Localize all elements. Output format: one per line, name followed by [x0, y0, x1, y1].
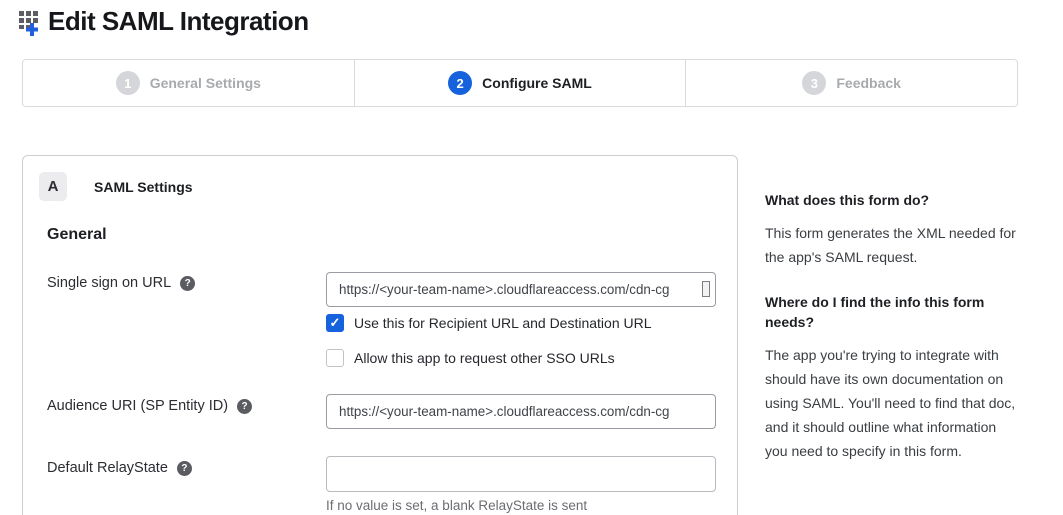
- field-label: Audience URI (SP Entity ID): [47, 398, 228, 414]
- help-icon[interactable]: ?: [180, 276, 195, 291]
- relay-state-label-row: Default RelayState ?: [47, 460, 192, 476]
- step-label: General Settings: [150, 75, 261, 91]
- step-configure-saml[interactable]: 2 Configure SAML: [354, 60, 686, 106]
- text-cursor: [702, 281, 710, 297]
- help-sidebar: What does this form do? This form genera…: [765, 190, 1017, 463]
- step-label: Feedback: [836, 75, 901, 91]
- other-sso-urls-checkbox-row: Allow this app to request other SSO URLs: [326, 349, 615, 367]
- page-title: Edit SAML Integration: [48, 6, 309, 37]
- step-label: Configure SAML: [482, 75, 592, 91]
- page-header: Edit SAML Integration: [18, 6, 309, 37]
- help-icon[interactable]: ?: [237, 399, 252, 414]
- sidebar-heading: What does this form do?: [765, 190, 1017, 210]
- step-general-settings[interactable]: 1 General Settings: [23, 60, 354, 106]
- sso-url-input[interactable]: [326, 272, 716, 307]
- sso-url-label-row: Single sign on URL ?: [47, 275, 195, 291]
- checkbox-label[interactable]: Use this for Recipient URL and Destinati…: [354, 315, 652, 331]
- wizard-steps-bar: 1 General Settings 2 Configure SAML 3 Fe…: [22, 59, 1018, 107]
- relay-state-hint: If no value is set, a blank RelayState i…: [326, 498, 587, 513]
- field-label: Single sign on URL: [47, 275, 171, 291]
- audience-uri-input[interactable]: [326, 394, 716, 429]
- sidebar-body: This form generates the XML needed for t…: [765, 221, 1017, 269]
- help-icon[interactable]: ?: [177, 461, 192, 476]
- checkbox-label[interactable]: Allow this app to request other SSO URLs: [354, 350, 615, 366]
- saml-settings-panel: A SAML Settings General Single sign on U…: [22, 155, 738, 515]
- section-header: A SAML Settings: [39, 172, 193, 201]
- checkbox-unchecked-icon[interactable]: [326, 349, 344, 367]
- sidebar-body: The app you're trying to integrate with …: [765, 343, 1017, 463]
- app-integration-icon: [18, 7, 46, 37]
- group-heading-general: General: [47, 226, 107, 244]
- step-feedback[interactable]: 3 Feedback: [685, 60, 1017, 106]
- sidebar-heading: Where do I find the info this form needs…: [765, 292, 1017, 332]
- recipient-url-checkbox-row: ✓ Use this for Recipient URL and Destina…: [326, 314, 652, 332]
- section-badge-a: A: [39, 172, 67, 201]
- step-number-badge: 2: [448, 71, 472, 95]
- checkbox-checked-icon[interactable]: ✓: [326, 314, 344, 332]
- step-number-badge: 3: [802, 71, 826, 95]
- relay-state-input[interactable]: [326, 456, 716, 492]
- section-title: SAML Settings: [94, 179, 193, 195]
- step-number-badge: 1: [116, 71, 140, 95]
- audience-uri-label-row: Audience URI (SP Entity ID) ?: [47, 398, 252, 414]
- field-label: Default RelayState: [47, 460, 168, 476]
